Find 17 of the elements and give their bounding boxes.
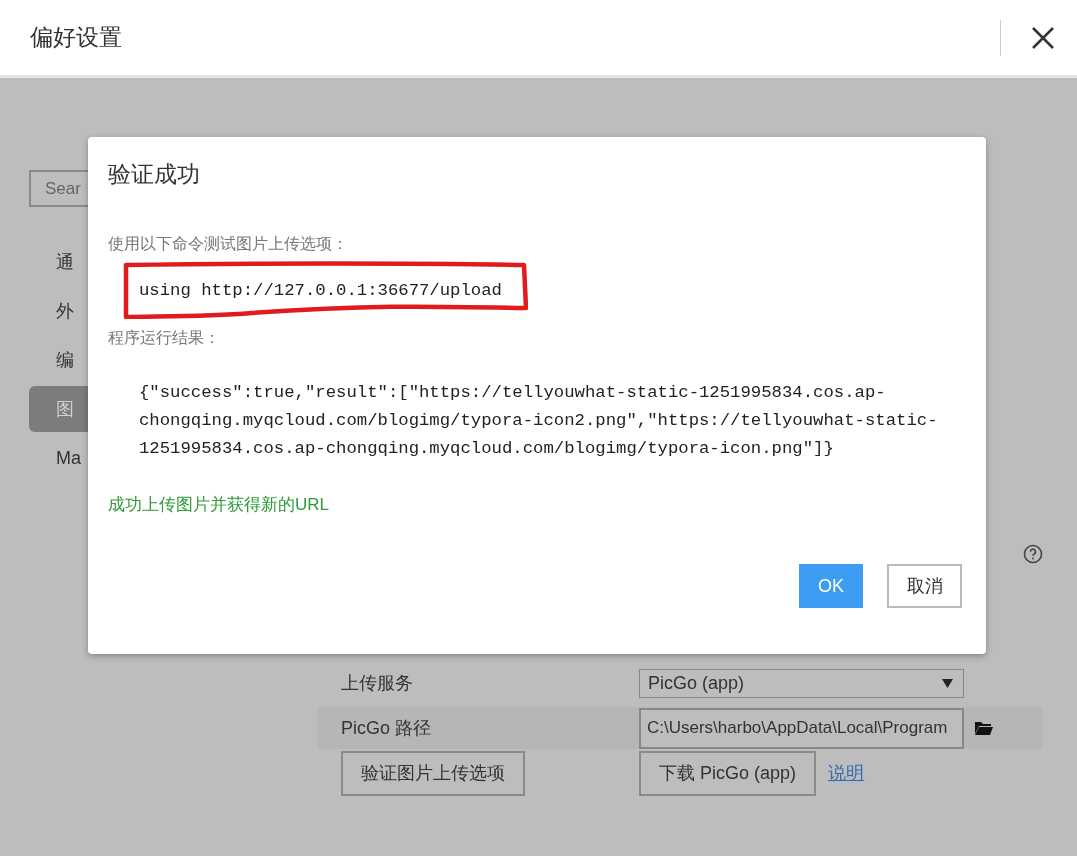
field-label: PicGo 路径: [341, 717, 433, 740]
command-text: using http://127.0.0.1:36677/upload: [139, 281, 503, 300]
help-icon[interactable]: [1023, 544, 1043, 564]
command-label: 使用以下命令测试图片上传选项：: [108, 234, 349, 254]
window-title: 偏好设置: [30, 23, 123, 52]
result-label: 程序运行结果：: [108, 328, 221, 348]
status-message: 成功上传图片并获得新的URL: [108, 494, 330, 516]
service-select[interactable]: PicGo (app): [639, 668, 964, 698]
caret-icon: [942, 678, 953, 688]
cancel-button[interactable]: 取消: [887, 564, 962, 608]
result-text: {"success":true,"result":["https://tellyouwhat-static-1251995834.cos.ap-chongqing.myqcloud.com/blogimg/typora-icon2.png","https://tellyouwhat-static-1251995834.cos.ap-chongqing.myqcloud.com/blogimg/typora-icon.png"]}: [139, 382, 939, 460]
download-button[interactable]: 下载 PicGo (app): [639, 750, 817, 796]
verify-button[interactable]: 验证图片上传选项: [341, 750, 525, 796]
folder-icon[interactable]: [975, 721, 993, 735]
dialog-title: 验证成功: [108, 160, 201, 189]
path-field[interactable]: C:\Users\harbo\AppData\Local\Program: [639, 707, 964, 749]
field-label: 上传服务: [341, 672, 414, 695]
